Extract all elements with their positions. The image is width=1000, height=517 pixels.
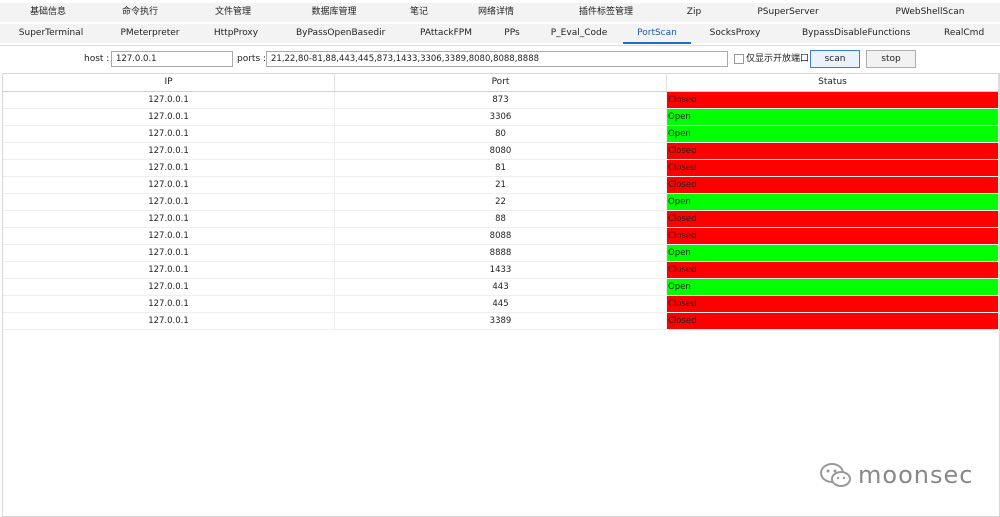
status-cell: Open: [667, 279, 999, 296]
status-cell: Closed: [667, 211, 999, 228]
tab-bypassopenbasedir[interactable]: ByPassOpenBasedir: [296, 24, 385, 43]
status-cell: Open: [667, 245, 999, 262]
table-row[interactable]: 127.0.0.1 1433 Closed: [3, 262, 999, 279]
ip-cell: 127.0.0.1: [3, 313, 335, 330]
ip-cell: 127.0.0.1: [3, 177, 335, 194]
tab-realcmd[interactable]: RealCmd: [944, 24, 984, 43]
port-cell: 443: [335, 279, 667, 296]
status-cell: Closed: [667, 296, 999, 313]
ip-cell: 127.0.0.1: [3, 109, 335, 126]
tab-network-details[interactable]: 网络详情: [476, 3, 516, 22]
stop-button[interactable]: stop: [866, 50, 916, 68]
scan-button[interactable]: scan: [810, 50, 860, 68]
ip-cell: 127.0.0.1: [3, 211, 335, 228]
port-cell: 81: [335, 160, 667, 177]
host-label: host :: [84, 54, 110, 64]
table-row[interactable]: 127.0.0.1 873 Closed: [3, 92, 999, 109]
tab-file-manager[interactable]: 文件管理: [213, 3, 253, 22]
port-cell: 8888: [335, 245, 667, 262]
ip-cell: 127.0.0.1: [3, 160, 335, 177]
tab-portscan[interactable]: PortScan: [623, 24, 691, 44]
table-row[interactable]: 127.0.0.1 22 Open: [3, 194, 999, 211]
tab-basic-info[interactable]: 基础信息: [28, 3, 68, 22]
status-cell: Closed: [667, 160, 999, 177]
tab-pmeterpreter[interactable]: PMeterpreter: [119, 24, 181, 43]
table-row[interactable]: 127.0.0.1 3306 Open: [3, 109, 999, 126]
table-row[interactable]: 127.0.0.1 8888 Open: [3, 245, 999, 262]
portscan-toolbar: host : 127.0.0.1 ports : 21,22,80-81,88,…: [0, 48, 1000, 70]
status-cell: Open: [667, 109, 999, 126]
ip-cell: 127.0.0.1: [3, 194, 335, 211]
status-cell: Open: [667, 126, 999, 143]
tab-socksproxy[interactable]: SocksProxy: [709, 24, 761, 43]
tab-divider: [0, 45, 1000, 46]
table-row[interactable]: 127.0.0.1 8088 Closed: [3, 228, 999, 245]
port-cell: 21: [335, 177, 667, 194]
port-cell: 8080: [335, 143, 667, 160]
moonsec-watermark: moonsec: [818, 460, 978, 490]
port-cell: 3306: [335, 109, 667, 126]
ip-cell: 127.0.0.1: [3, 279, 335, 296]
tab-bypassdisablefunctions[interactable]: BypassDisableFunctions: [802, 24, 910, 43]
table-row[interactable]: 127.0.0.1 88 Closed: [3, 211, 999, 228]
port-cell: 873: [335, 92, 667, 109]
tab-notes[interactable]: 笔记: [408, 3, 430, 22]
table-row[interactable]: 127.0.0.1 81 Closed: [3, 160, 999, 177]
status-cell: Closed: [667, 177, 999, 194]
results-table: IP Port Status 127.0.0.1 873 Closed 127.0.0…: [2, 73, 1000, 517]
tab-superterminal[interactable]: SuperTerminal: [18, 24, 84, 43]
status-cell: Closed: [667, 228, 999, 245]
ip-cell: 127.0.0.1: [3, 296, 335, 313]
ip-cell: 127.0.0.1: [3, 92, 335, 109]
tab-bar-row-2: SuperTerminal PMeterpreter HttpProxy ByP…: [0, 24, 1000, 44]
only-open-label[interactable]: 仅显示开放端口: [746, 52, 809, 66]
table-row[interactable]: 127.0.0.1 21 Closed: [3, 177, 999, 194]
ip-cell: 127.0.0.1: [3, 262, 335, 279]
table-header: IP Port Status: [3, 74, 999, 92]
ip-cell: 127.0.0.1: [3, 245, 335, 262]
column-header-ip[interactable]: IP: [3, 74, 335, 91]
tab-database-manager[interactable]: 数据库管理: [310, 3, 358, 22]
status-cell: Closed: [667, 92, 999, 109]
tab-pwebshellscan[interactable]: PWebShellScan: [890, 3, 970, 22]
table-row[interactable]: 127.0.0.1 3389 Closed: [3, 313, 999, 330]
tab-pattackfpm[interactable]: PAttackFPM: [418, 24, 474, 43]
ports-input[interactable]: 21,22,80-81,88,443,445,873,1433,3306,338…: [266, 51, 728, 67]
table-row[interactable]: 127.0.0.1 445 Closed: [3, 296, 999, 313]
ports-label: ports :: [237, 54, 267, 64]
tab-httpproxy[interactable]: HttpProxy: [211, 24, 261, 43]
tab-psuperserver[interactable]: PSuperServer: [754, 3, 822, 22]
status-cell: Open: [667, 194, 999, 211]
status-cell: Closed: [667, 313, 999, 330]
host-input[interactable]: 127.0.0.1: [111, 51, 233, 67]
port-cell: 80: [335, 126, 667, 143]
port-cell: 445: [335, 296, 667, 313]
ip-cell: 127.0.0.1: [3, 228, 335, 245]
tab-bar-row-1: 基础信息 命令执行 文件管理 数据库管理 笔记 网络详情 插件标签管理 Zip …: [0, 3, 1000, 22]
tab-pps[interactable]: PPs: [500, 24, 524, 43]
column-header-port[interactable]: Port: [335, 74, 667, 91]
ip-cell: 127.0.0.1: [3, 126, 335, 143]
port-cell: 88: [335, 211, 667, 228]
table-row[interactable]: 127.0.0.1 80 Open: [3, 126, 999, 143]
status-cell: Closed: [667, 143, 999, 160]
port-cell: 3389: [335, 313, 667, 330]
watermark-text: moonsec: [858, 461, 974, 489]
ip-cell: 127.0.0.1: [3, 143, 335, 160]
port-cell: 22: [335, 194, 667, 211]
wechat-icon: [820, 463, 851, 487]
only-open-checkbox[interactable]: [734, 54, 744, 64]
column-header-status[interactable]: Status: [667, 74, 999, 91]
tab-p-eval-code[interactable]: P_Eval_Code: [550, 24, 608, 43]
port-cell: 8088: [335, 228, 667, 245]
port-cell: 1433: [335, 262, 667, 279]
tab-command-exec[interactable]: 命令执行: [120, 3, 160, 22]
table-row[interactable]: 127.0.0.1 443 Open: [3, 279, 999, 296]
tab-plugin-tag-manager[interactable]: 插件标签管理: [577, 3, 635, 22]
tab-zip[interactable]: Zip: [682, 3, 706, 22]
status-cell: Closed: [667, 262, 999, 279]
table-row[interactable]: 127.0.0.1 8080 Closed: [3, 143, 999, 160]
